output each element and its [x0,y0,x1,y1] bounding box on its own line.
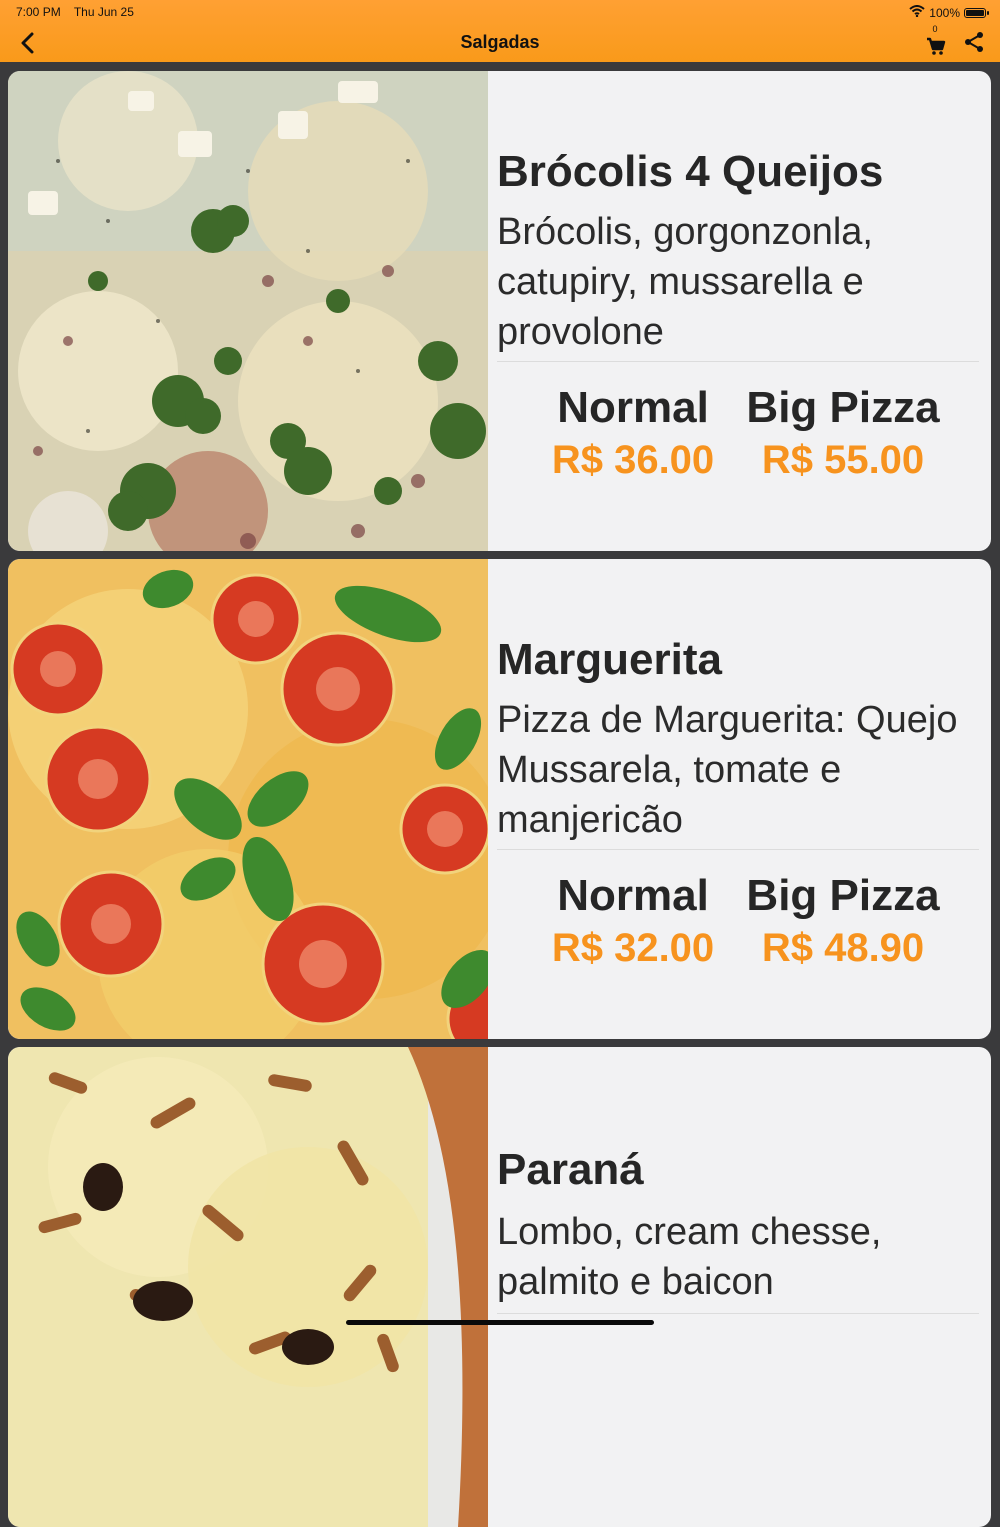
product-image [8,1047,488,1527]
divider [497,1313,979,1314]
product-description: Lombo, cream chesse, palmito e baicon [497,1211,882,1303]
size-label: Big Pizza [746,383,940,432]
battery-percent: 100% [929,5,960,20]
product-name: Brócolis 4 Queijos [497,147,884,196]
home-indicator[interactable] [346,1320,654,1325]
price-value: R$ 55.00 [761,438,925,482]
product-card[interactable]: Brócolis 4 Queijos Brócolis, gorgonzonla… [8,71,991,551]
size-label: Big Pizza [746,871,940,920]
price-value: R$ 36.00 [551,438,715,482]
price-option-big[interactable]: Big Pizza R$ 55.00 [733,381,953,485]
divider [497,849,979,850]
cart-button[interactable]: 0 [920,24,950,58]
page-title: Salgadas [460,32,540,52]
status-time: 7:00 PM [16,5,61,19]
wifi-icon [909,5,925,20]
cart-icon [927,37,946,55]
share-button[interactable] [962,30,990,56]
cart-count-badge: 0 [932,24,938,34]
price-option-big[interactable]: Big Pizza R$ 48.90 [733,869,953,973]
size-label: Normal [557,871,709,920]
product-image [8,71,488,551]
product-description: Pizza de Marguerita: Quejo Mussarela, to… [497,699,958,841]
battery-icon [964,7,989,18]
share-icon [965,32,983,52]
status-bar-left: 7:00 PM Thu Jun 25 [16,5,144,19]
navigation-bar: 7:00 PM Thu Jun 25 100% Salgadas 0 [0,0,1000,62]
price-option-normal[interactable]: Normal R$ 32.00 [523,869,743,973]
product-description: Brócolis, gorgonzonla, catupiry, mussare… [497,211,873,353]
product-card[interactable]: Paraná Lombo, cream chesse, palmito e ba… [8,1047,991,1527]
price-value: R$ 48.90 [761,926,925,970]
product-info: Brócolis 4 Queijos Brócolis, gorgonzonla… [497,71,979,551]
divider [497,361,979,362]
product-image [8,559,488,1039]
status-bar-right: 100% [909,5,989,20]
product-card[interactable]: Marguerita Pizza de Marguerita: Quejo Mu… [8,559,991,1039]
price-option-normal[interactable]: Normal R$ 36.00 [523,381,743,485]
product-name: Paraná [497,1145,644,1194]
price-value: R$ 32.00 [551,926,715,970]
product-info: Paraná Lombo, cream chesse, palmito e ba… [497,1047,979,1527]
size-label: Normal [557,383,709,432]
product-info: Marguerita Pizza de Marguerita: Quejo Mu… [497,559,979,1039]
status-date: Thu Jun 25 [73,5,134,19]
product-name: Marguerita [497,635,722,684]
